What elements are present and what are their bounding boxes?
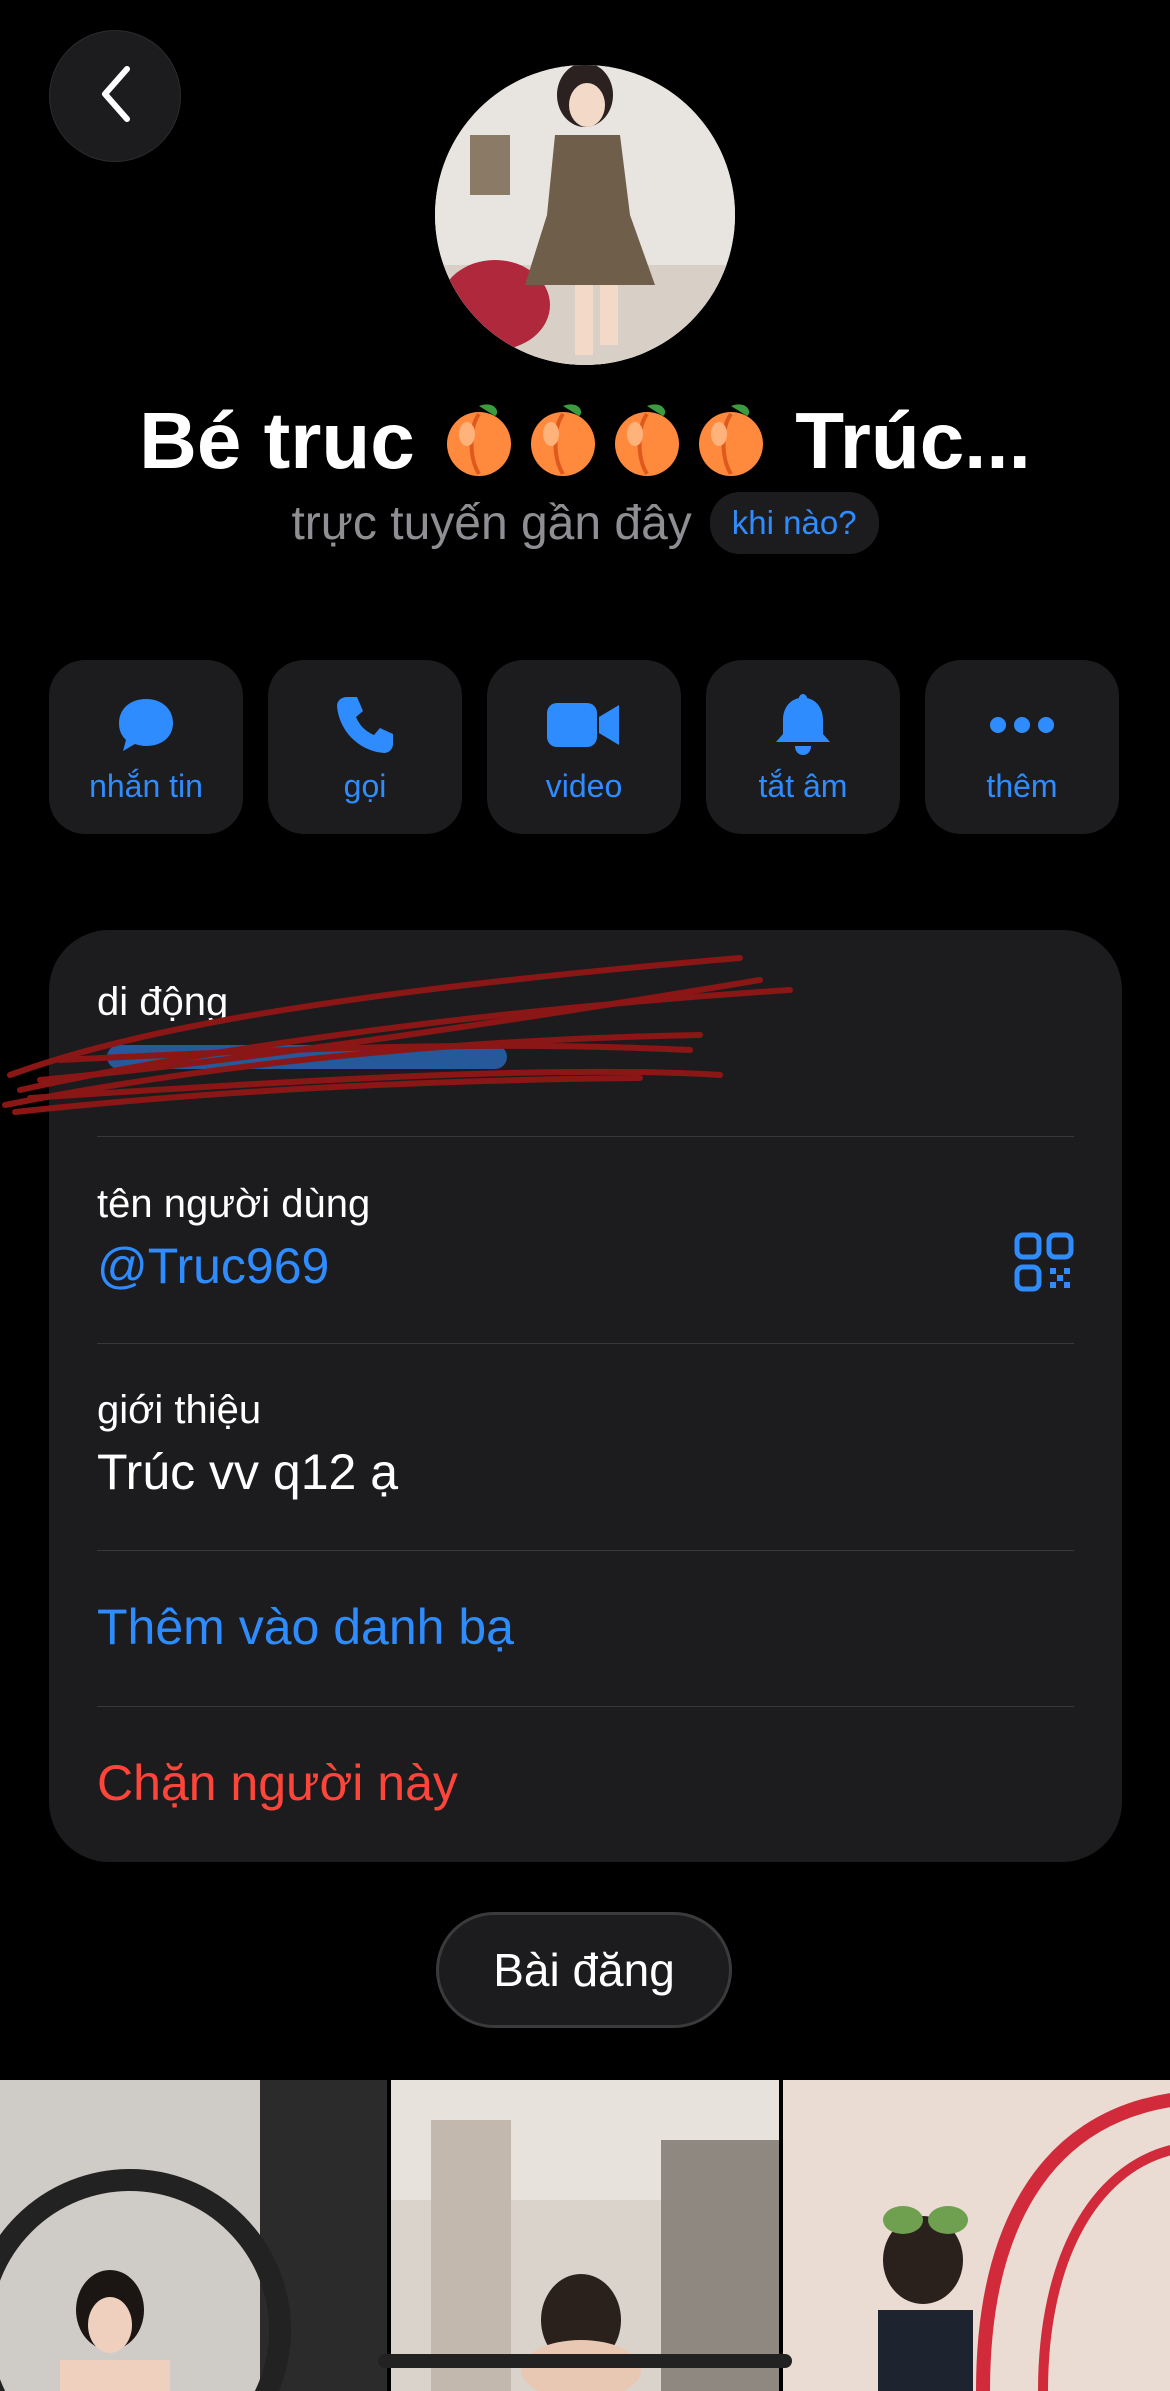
- status-row: trực tuyến gần đây khi nào?: [0, 492, 1170, 554]
- bio-label: giới thiệu: [97, 1388, 262, 1432]
- message-button[interactable]: nhắn tin: [49, 660, 243, 834]
- call-button[interactable]: gọi: [268, 660, 462, 834]
- divider: [97, 1550, 1074, 1551]
- add-contact-button[interactable]: Thêm vào danh bạ: [97, 1598, 1074, 1656]
- username-label: tên người dùng: [97, 1182, 371, 1226]
- when-button[interactable]: khi nào?: [709, 492, 879, 554]
- phone-icon: [333, 690, 397, 760]
- bio-row: giới thiệu Trúc vv q12 ạ: [97, 1388, 1074, 1501]
- redaction-scribble: [0, 940, 800, 1145]
- chat-bubble-icon: [115, 690, 177, 760]
- mute-button[interactable]: tắt âm: [706, 660, 900, 834]
- peach-emoji-icon: [691, 398, 771, 497]
- username-value[interactable]: @Truc969: [97, 1237, 1074, 1295]
- peach-emoji-icon: [523, 398, 603, 497]
- block-user-button[interactable]: Chặn người này: [97, 1754, 1074, 1812]
- profile-avatar[interactable]: [435, 65, 735, 365]
- video-camera-icon: [545, 690, 623, 760]
- bell-icon: [774, 690, 832, 760]
- post-thumbnail[interactable]: [0, 2080, 388, 2391]
- chevron-left-icon: [95, 63, 135, 130]
- more-dots-icon: [989, 690, 1055, 760]
- peach-emoji-group: [437, 396, 795, 485]
- peach-emoji-icon: [607, 398, 687, 497]
- home-indicator: [378, 2354, 792, 2368]
- last-seen-status: trực tuyến gần đây: [291, 496, 692, 550]
- action-bar: nhắn tin gọi video tắt âm thêm: [49, 660, 1122, 834]
- video-button[interactable]: video: [487, 660, 681, 834]
- divider: [97, 1706, 1074, 1707]
- username-row[interactable]: tên người dùng @Truc969: [97, 1182, 1074, 1342]
- posts-button[interactable]: Bài đăng: [436, 1912, 732, 2028]
- more-button[interactable]: thêm: [925, 660, 1119, 834]
- post-thumbnail[interactable]: [391, 2080, 779, 2391]
- divider: [97, 1343, 1074, 1344]
- posts-grid: [0, 2080, 1170, 2391]
- post-thumbnail[interactable]: [782, 2080, 1170, 2391]
- peach-emoji-icon: [439, 398, 519, 497]
- back-button[interactable]: [49, 30, 181, 162]
- bio-value: Trúc vv q12 ạ: [97, 1444, 399, 1500]
- profile-name: Bé truc Trúc...: [0, 395, 1170, 497]
- qr-code-icon[interactable]: [1014, 1232, 1074, 1297]
